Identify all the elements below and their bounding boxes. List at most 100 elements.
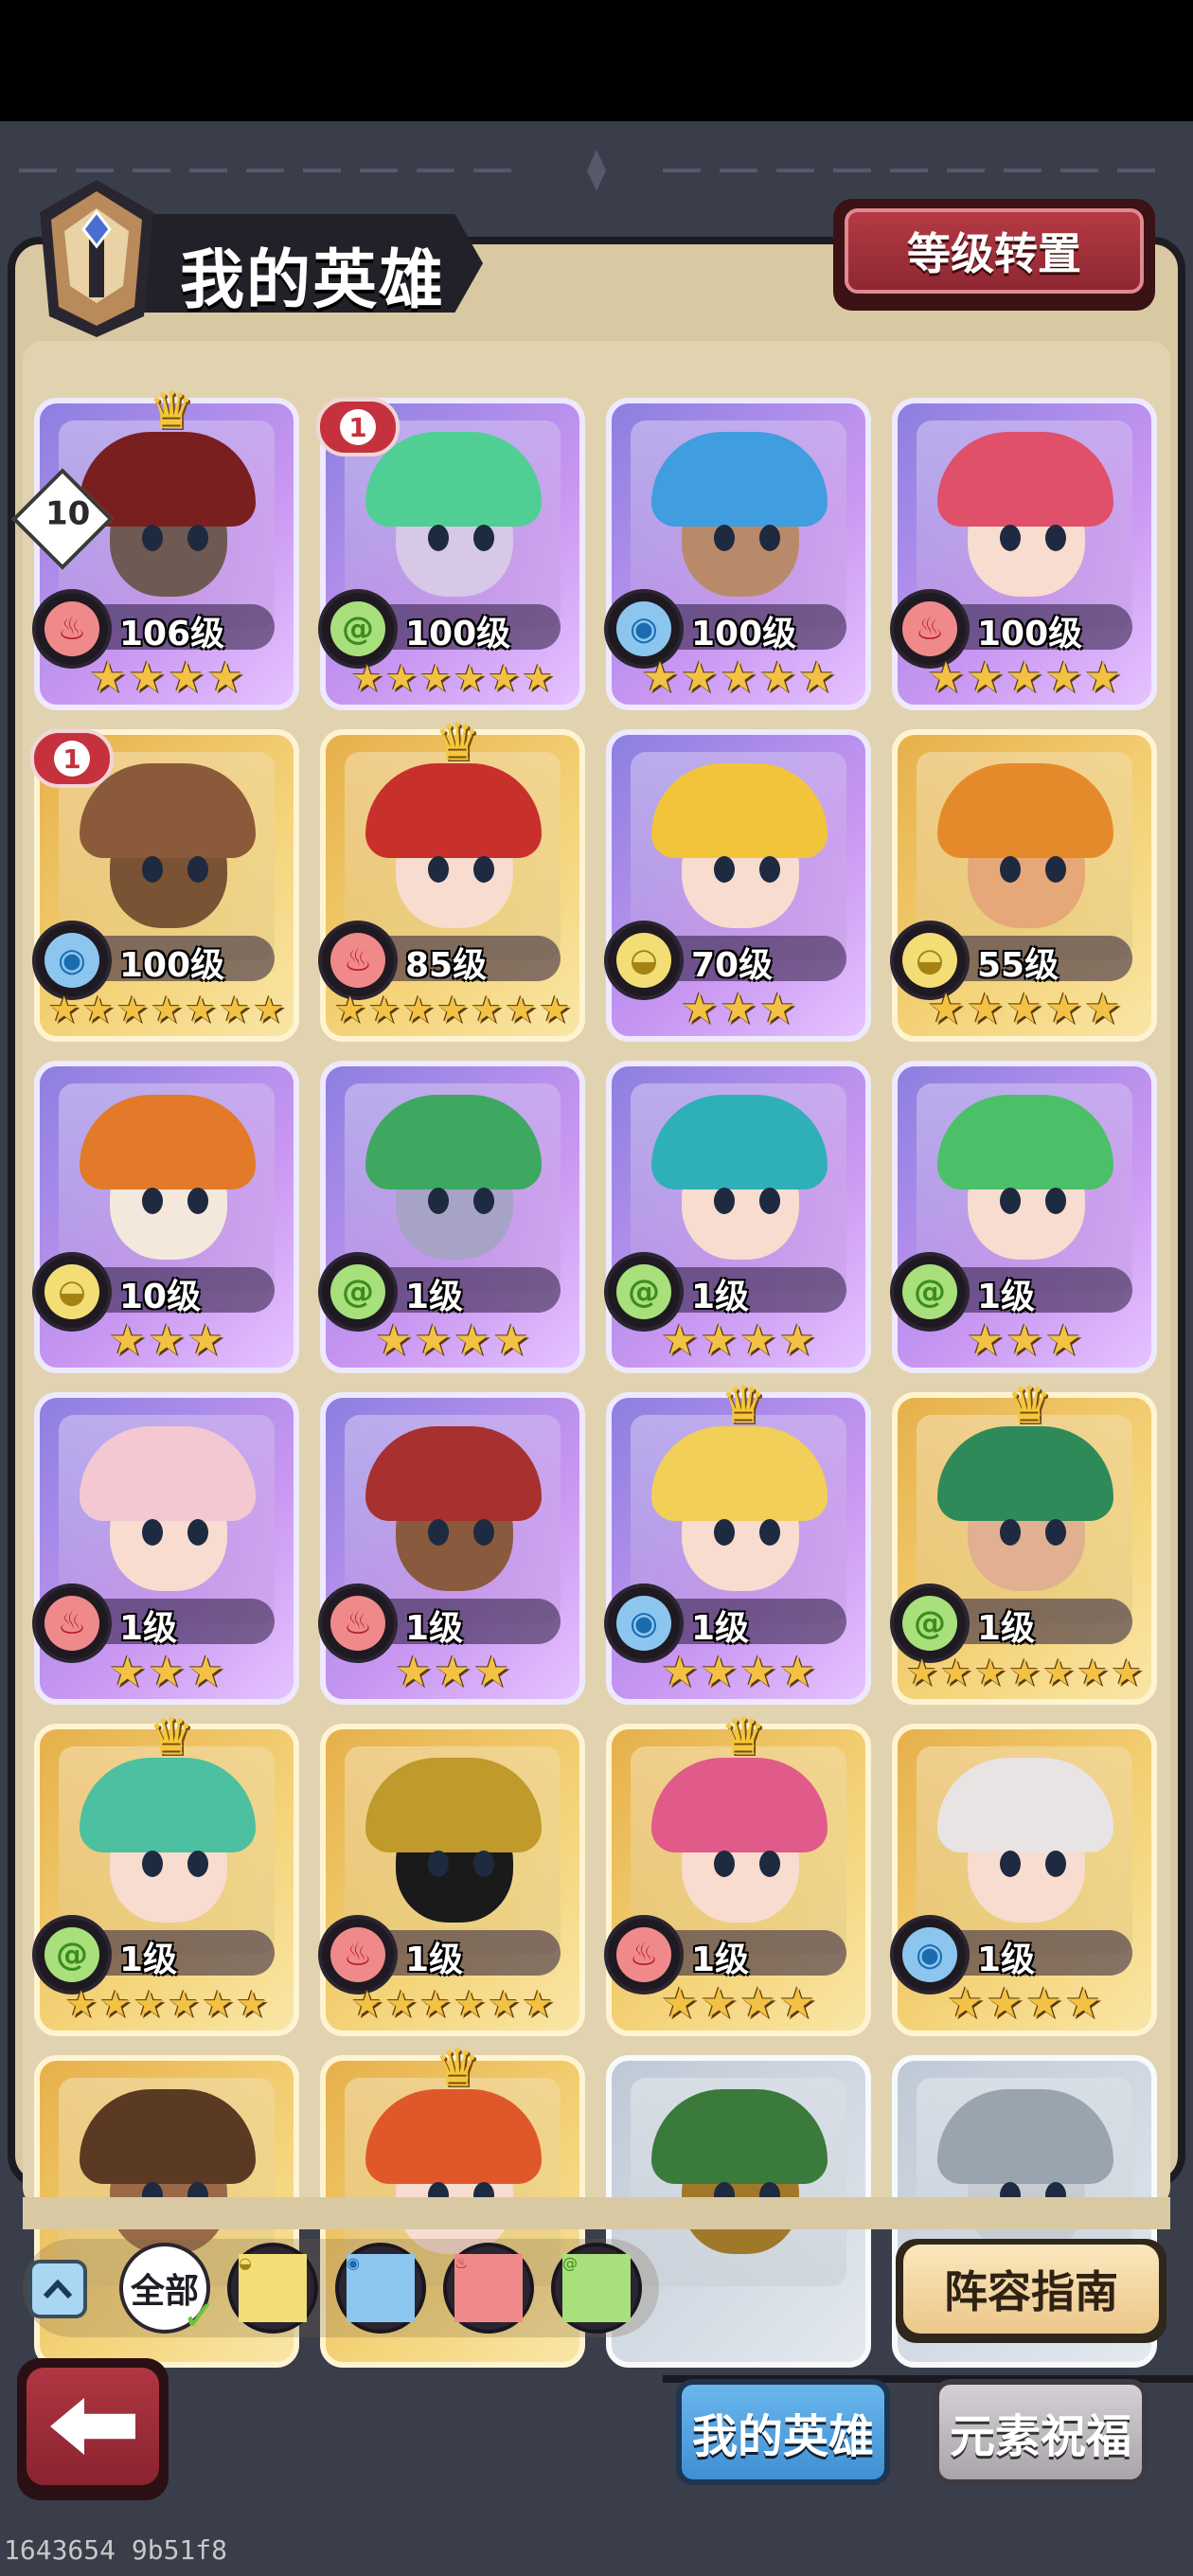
star-icon: ★ [973,1652,1006,1693]
hero-stars: ★ ★ ★ ★ ★ [898,655,1151,703]
hero-card[interactable]: 1级 @ ★ ★ ★ ★ ★ ★ ★ ♛ [890,1380,1157,1705]
hero-card[interactable]: 85级 ♨ ★ ★ ★ ★ ★ ★ ★ ♛ [318,717,585,1042]
hero-level: 55级 [977,946,1059,985]
hero-card[interactable]: 100级 ◉ ★ ★ ★ ★ ★ ★ ★ 1 [30,729,299,1042]
hero-card[interactable]: 106级 ♨ ★ ★ ★ ★ ♛ 10 [11,385,299,710]
star-icon: ★ [739,1316,777,1365]
star-icon: ★ [966,653,1005,702]
star-icon: ★ [471,989,504,1030]
star-icon: ★ [454,657,487,699]
hero-card[interactable]: 1级 @ ★ ★ ★ [890,1061,1157,1373]
hero-level: 1级 [119,1941,178,1979]
water-element-icon: ◉ [347,2254,415,2322]
fire-element-icon: ♨ [454,2254,523,2322]
hero-eye [187,1851,208,1877]
filter-all[interactable]: 全部 ✓ [119,2243,217,2340]
hero-card[interactable]: 100级 @ ★ ★ ★ ★ ★ ★ 1 [316,398,585,710]
hero-hair [651,763,828,858]
filter-water[interactable]: ◉ [335,2243,426,2334]
collapse-button[interactable] [28,2260,87,2318]
hero-level: 1级 [405,1941,464,1979]
star-icon: ★ [434,1648,472,1696]
star-icon: ★ [64,1983,98,2025]
hero-eye [759,1188,780,1214]
water-element-icon: ◉ [902,1927,957,1982]
level-transfer-button[interactable]: 等级转置 [833,199,1155,311]
star-icon: ★ [384,657,418,699]
hero-hair [651,432,828,527]
star-icon: ★ [986,1979,1024,2028]
hero-stars: ★ ★ ★ [898,1318,1151,1366]
lineup-guide-button[interactable]: 阵容指南 [896,2239,1166,2343]
star-icon: ★ [418,657,452,699]
star-icon: ★ [966,985,1005,1033]
filter-earth[interactable]: ◒ [227,2243,318,2334]
filter-wind[interactable]: @ [551,2243,642,2334]
hero-eye [714,1519,735,1546]
star-icon: ★ [333,989,366,1030]
star-icon: ★ [1044,653,1083,702]
crown-icon: ♛ [720,1375,767,1435]
star-icon: ★ [47,989,80,1030]
star-icon: ★ [384,1983,418,2025]
star-icon: ★ [454,1983,487,2025]
fire-element-icon: ♨ [616,1927,671,1982]
hero-card[interactable]: 10级 ◒ ★ ★ ★ [32,1061,299,1373]
hero-card[interactable]: 100级 ◉ ★ ★ ★ ★ ★ [604,398,871,710]
level-transfer-label: 等级转置 [845,208,1144,294]
hero-card[interactable]: 1级 ♨ ★ ★ ★ ★ ★ ★ [318,1724,585,2036]
wind-element-icon: @ [562,2254,631,2322]
crown-icon: ♛ [434,2038,481,2098]
hero-hair [80,1095,256,1190]
hero-card[interactable]: 1级 ♨ ★ ★ ★ [318,1392,585,1705]
hero-eye [1000,1519,1021,1546]
hero-card[interactable]: 1级 ♨ ★ ★ ★ [32,1392,299,1705]
hero-hair [937,1758,1113,1852]
star-icon: ★ [798,653,836,702]
water-element-icon: ◉ [616,601,671,656]
hero-hair [80,2089,256,2184]
status-bar-area [0,0,1193,121]
earth-element-icon: ◒ [616,933,671,988]
chevron-up-icon [43,2279,73,2299]
hero-stars: ★ ★ ★ ★ [898,1981,1151,2029]
star-icon: ★ [108,1648,147,1696]
hero-hair [651,1426,828,1521]
hero-eye [1045,525,1066,551]
tab-element-blessing[interactable]: 元素祝福 [934,2379,1148,2485]
tab-my-heroes[interactable]: 我的英雄 [676,2379,890,2485]
star-icon: ★ [778,1316,816,1365]
back-button[interactable] [17,2358,169,2500]
hero-level: 1级 [405,1609,464,1648]
filter-fire[interactable]: ♨ [443,2243,534,2334]
hero-hair [651,2089,828,2184]
star-icon: ★ [148,1316,186,1365]
hero-card[interactable]: 70级 ◒ ★ ★ ★ [604,729,871,1042]
hero-eye [142,1851,163,1877]
hero-hair [80,1758,256,1852]
star-icon: ★ [185,989,218,1030]
fire-element-icon: ♨ [330,1927,385,1982]
hero-stars: ★ ★ ★ ★ [612,1981,865,2029]
star-icon: ★ [219,989,252,1030]
star-icon: ★ [1025,1979,1063,2028]
hero-card[interactable]: 1级 ◉ ★ ★ ★ ★ ♛ [604,1380,871,1705]
hero-level: 100级 [405,615,511,653]
star-icon: ★ [539,989,572,1030]
hero-card[interactable]: 55级 ◒ ★ ★ ★ ★ ★ [890,729,1157,1042]
wind-element-icon: @ [616,1264,671,1319]
hero-hair [365,763,542,858]
hero-eye [759,856,780,883]
star-icon: ★ [414,1316,452,1365]
hero-card[interactable]: 1级 @ ★ ★ ★ ★ [318,1061,585,1373]
hero-card[interactable]: 1级 @ ★ ★ ★ ★ ★ ★ ♛ [32,1711,299,2036]
hero-card[interactable]: 100级 ♨ ★ ★ ★ ★ ★ [890,398,1157,710]
hero-level: 1级 [691,1278,750,1316]
hero-card[interactable]: 1级 ◉ ★ ★ ★ ★ [890,1724,1157,2036]
hero-level: 1级 [977,1941,1036,1979]
hero-stars: ★ ★ ★ ★ ★ ★ [40,1981,294,2029]
earth-element-icon: ◒ [239,2254,307,2322]
star-icon: ★ [375,1316,413,1365]
hero-card[interactable]: 1级 ♨ ★ ★ ★ ★ ♛ [604,1711,871,2036]
hero-card[interactable]: 1级 @ ★ ★ ★ ★ [604,1061,871,1373]
